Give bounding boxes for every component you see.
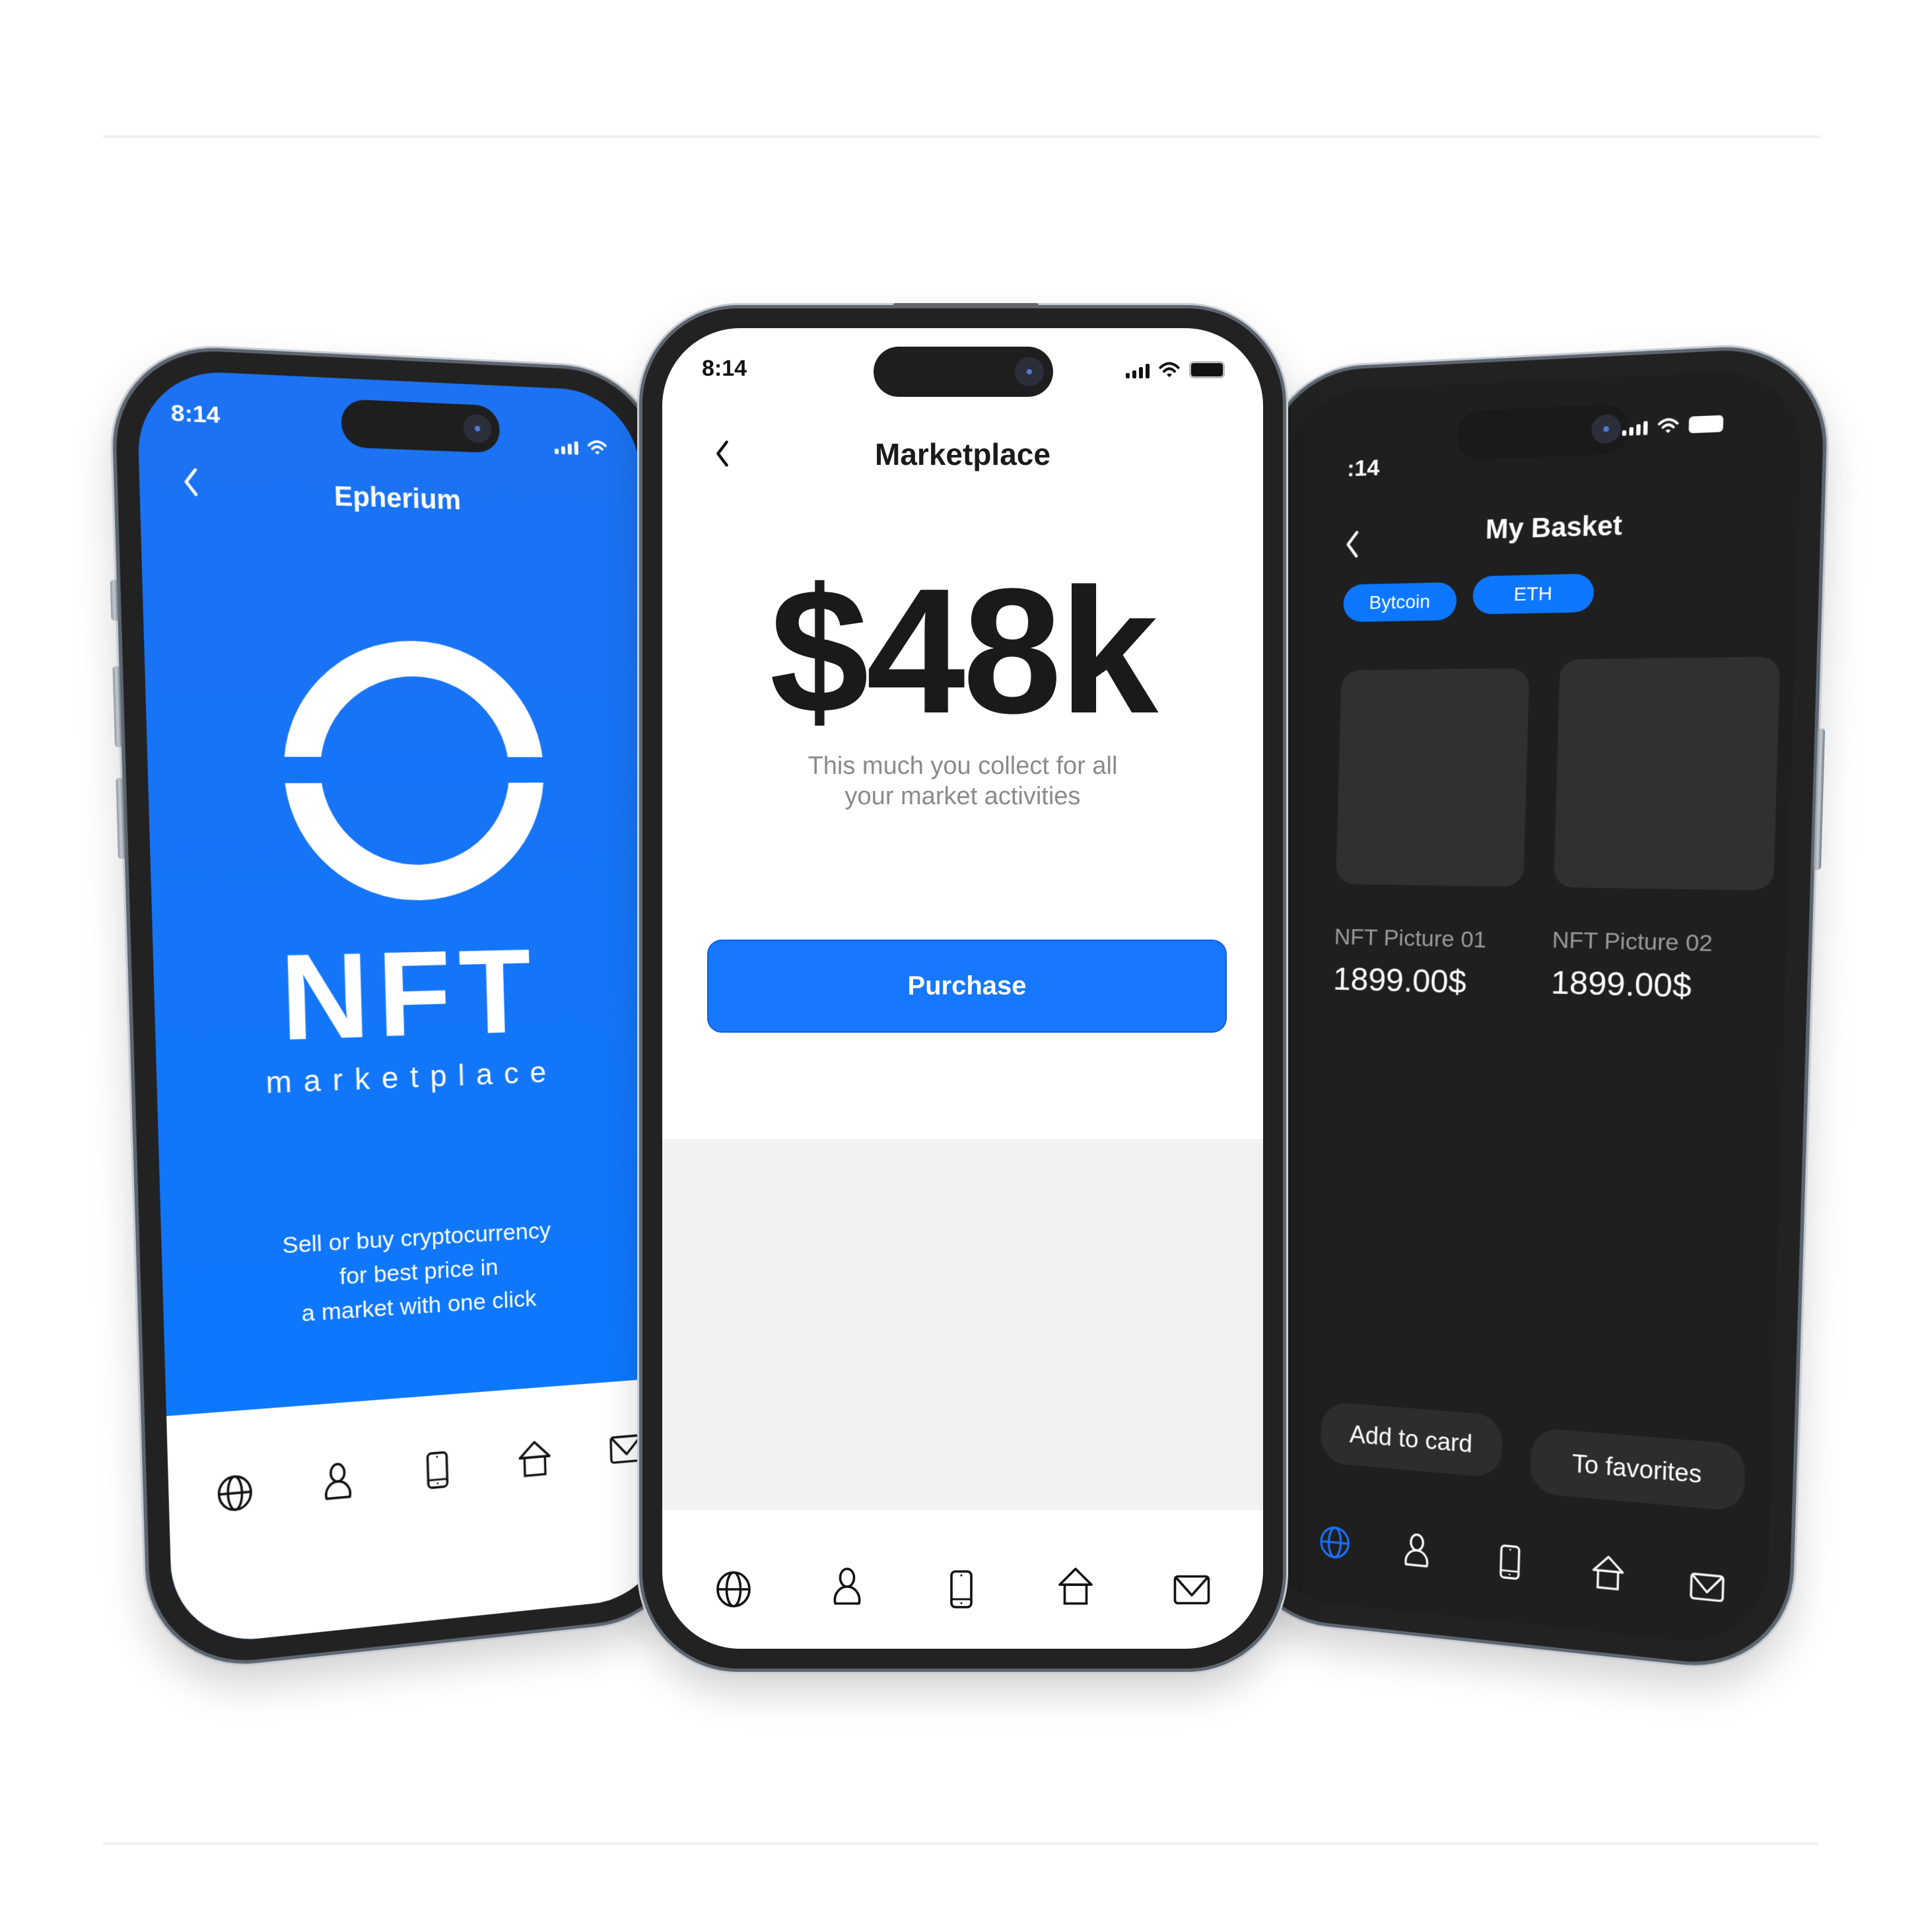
phone-icon[interactable] [942,1570,981,1609]
dynamic-island [340,399,500,454]
header-title: Epherium [333,481,462,516]
screen: 8:14 Marketplace $48k This much you coll… [662,328,1263,1649]
home-icon[interactable] [1589,1554,1627,1593]
logo-word: NFT [278,925,541,1066]
side-button [1813,728,1826,870]
user-icon[interactable] [318,1461,358,1502]
phone-icon[interactable] [1492,1542,1528,1581]
description: Sell or buy cryptocurrency for best pric… [161,1208,663,1340]
side-button [116,778,126,860]
nft-tile-01[interactable] [1336,668,1530,887]
nft-name-01: NFT Picture 01 [1334,924,1487,953]
add-to-card-button[interactable]: Add to card [1320,1401,1503,1478]
speaker-grill [893,303,1039,307]
camera-icon [1015,357,1044,386]
phone-icon[interactable] [418,1449,457,1491]
home-icon[interactable] [516,1439,554,1480]
battery-icon [1189,361,1225,378]
side-button [110,580,119,621]
bottom-nav [1287,368,1803,392]
empty-content-area [662,1139,1263,1510]
camera-icon [1591,413,1622,444]
dynamic-island [1456,403,1630,460]
wifi-icon [1657,417,1679,434]
to-favorites-button[interactable]: To favorites [1529,1427,1746,1512]
header-title: My Basket [1485,510,1623,545]
globe-icon[interactable] [1317,1523,1352,1561]
status-time: 8:14 [702,356,747,381]
side-button [112,666,123,748]
nft-tile-02[interactable] [1554,656,1781,891]
screen: :14 My Basket Bytcoin ETH NFT Picture 01… [1254,368,1803,1649]
status-icons [1126,361,1225,378]
signal-icon [1622,421,1648,436]
status-time: :14 [1346,454,1380,482]
purchase-button-label: Purchase [907,971,1027,1000]
nft-price-02: 1899.00$ [1550,965,1692,1006]
amount-subtitle: This much you collect for all your marke… [662,751,1263,811]
chip-bytcoin[interactable]: Bytcoin [1342,582,1457,623]
logo-ring-icon [280,639,547,903]
camera-icon [463,413,493,444]
home-icon[interactable] [1056,1567,1095,1606]
bottom-divider [103,1842,1818,1845]
status-icons [554,438,607,456]
purchase-button[interactable]: Purchase [707,940,1227,1033]
amount-display: $48k [769,552,1159,751]
screen: 8:14 Epherium NFT marketplace Sell or bu… [136,368,671,1647]
dynamic-island [874,347,1053,397]
chip-eth[interactable]: ETH [1472,573,1595,615]
subtitle-line: your market activities [844,782,1081,810]
wifi-icon [587,439,607,456]
nft-name-02: NFT Picture 02 [1552,926,1713,957]
top-divider [103,135,1820,138]
status-time: 8:14 [170,399,221,429]
header-title: Marketplace [875,437,1050,471]
mail-icon[interactable] [1688,1567,1727,1606]
nft-price-01: 1899.00$ [1332,961,1467,1001]
phone-right-my-basket: :14 My Basket Bytcoin ETH NFT Picture 01… [1231,341,1830,1676]
globe-icon[interactable] [215,1472,256,1514]
user-icon[interactable] [827,1567,867,1606]
wifi-icon [1159,361,1180,378]
bottom-nav [166,1377,671,1647]
phone-left-nft-splash: 8:14 Epherium NFT marketplace Sell or bu… [110,342,694,1675]
mail-icon[interactable] [1172,1570,1212,1609]
signal-icon [554,440,579,455]
phone-center-marketplace: 8:14 Marketplace $48k This much you coll… [639,303,1286,1672]
subtitle-line: This much you collect for all [808,752,1118,780]
user-icon[interactable] [1399,1531,1435,1570]
battery-icon [1688,415,1724,434]
status-icons [1622,415,1724,436]
signal-icon [1126,364,1150,378]
globe-icon[interactable] [714,1570,753,1609]
